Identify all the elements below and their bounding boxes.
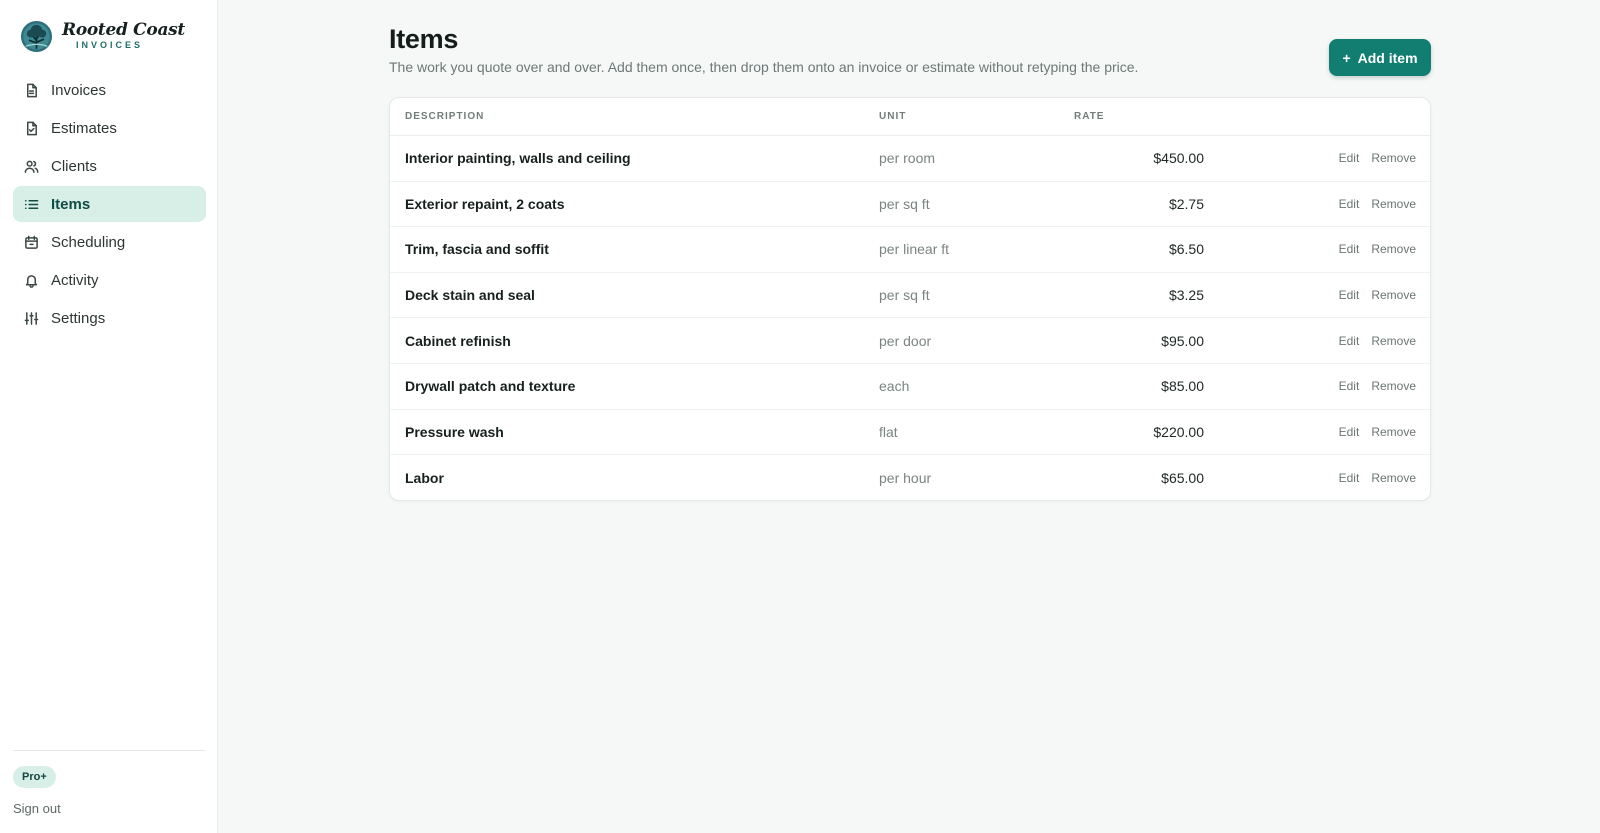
sidebar-item-settings[interactable]: Settings <box>13 300 206 336</box>
table-header: DESCRIPTION UNIT RATE <box>390 98 1430 136</box>
sidebar-item-label: Clients <box>51 157 97 175</box>
item-description: Drywall patch and texture <box>405 378 576 395</box>
row-actions: Edit Remove <box>1339 455 1416 500</box>
table-row: Exterior repaint, 2 coats per sq ft $2.7… <box>390 182 1430 228</box>
row-actions: Edit Remove <box>1339 318 1416 363</box>
item-rate: $95.00 <box>1161 332 1204 349</box>
remove-button[interactable]: Remove <box>1371 471 1416 485</box>
item-unit: per sq ft <box>879 287 930 304</box>
sidebar-item-scheduling[interactable]: Scheduling <box>13 224 206 260</box>
edit-button[interactable]: Edit <box>1339 471 1360 485</box>
edit-button[interactable]: Edit <box>1339 197 1360 211</box>
column-header-description: DESCRIPTION <box>405 111 485 122</box>
item-rate: $2.75 <box>1168 195 1204 212</box>
item-description: Cabinet refinish <box>405 332 511 349</box>
item-rate: $85.00 <box>1161 378 1204 395</box>
sidebar-item-estimates[interactable]: Estimates <box>13 110 206 146</box>
edit-button[interactable]: Edit <box>1339 425 1360 439</box>
items-table: DESCRIPTION UNIT RATE Interior painting,… <box>389 97 1431 501</box>
table-row: Trim, fascia and soffit per linear ft $6… <box>390 227 1430 273</box>
item-description: Interior painting, walls and ceiling <box>405 150 631 167</box>
sidebar-item-label: Activity <box>51 271 99 289</box>
page-subtitle: The work you quote over and over. Add th… <box>389 59 1139 75</box>
item-rate: $450.00 <box>1153 150 1204 167</box>
remove-button[interactable]: Remove <box>1371 242 1416 256</box>
table-row: Cabinet refinish per door $95.00 Edit Rem… <box>390 318 1430 364</box>
table-row: Pressure wash flat $220.00 Edit Remove <box>390 410 1430 456</box>
plus-icon: + <box>1342 49 1351 66</box>
remove-button[interactable]: Remove <box>1371 334 1416 348</box>
table-row: Labor per hour $65.00 Edit Remove <box>390 455 1430 500</box>
edit-button[interactable]: Edit <box>1339 151 1360 165</box>
column-header-rate: RATE <box>1074 111 1105 122</box>
sidebar-item-activity[interactable]: Activity <box>13 262 206 298</box>
sidebar-item-items[interactable]: Items <box>13 186 206 222</box>
add-item-label: Add item <box>1357 49 1418 66</box>
item-unit: per sq ft <box>879 195 930 212</box>
remove-button[interactable]: Remove <box>1371 151 1416 165</box>
remove-button[interactable]: Remove <box>1371 379 1416 393</box>
row-actions: Edit Remove <box>1339 410 1416 455</box>
table-row: Interior painting, walls and ceiling per… <box>390 136 1430 182</box>
sidebar-item-label: Scheduling <box>51 233 126 251</box>
edit-button[interactable]: Edit <box>1339 242 1360 256</box>
sidebar-item-label: Items <box>51 195 91 213</box>
table-row: Drywall patch and texture each $85.00 Ed… <box>390 364 1430 410</box>
item-description: Exterior repaint, 2 coats <box>405 195 565 212</box>
sign-out-link[interactable]: Sign out <box>13 801 61 816</box>
tree-logo-icon <box>20 20 53 52</box>
item-unit: per linear ft <box>879 241 950 258</box>
edit-button[interactable]: Edit <box>1339 334 1360 348</box>
item-unit: per door <box>879 332 932 349</box>
list-icon <box>23 196 39 212</box>
item-rate: $6.50 <box>1168 241 1204 258</box>
item-description: Deck stain and seal <box>405 287 535 304</box>
row-actions: Edit Remove <box>1339 273 1416 318</box>
add-item-button[interactable]: + Add item <box>1329 39 1431 76</box>
file-icon <box>23 82 39 98</box>
sidebar-item-label: Settings <box>51 309 106 327</box>
remove-button[interactable]: Remove <box>1371 288 1416 302</box>
sliders-icon <box>23 310 39 326</box>
sidebar-item-invoices[interactable]: Invoices <box>13 72 206 108</box>
sidebar-item-clients[interactable]: Clients <box>13 148 206 184</box>
brand-logo[interactable]: Rooted Coast INVOICES <box>20 18 185 54</box>
remove-button[interactable]: Remove <box>1371 197 1416 211</box>
brand-subtitle: INVOICES <box>76 40 144 50</box>
item-unit: each <box>879 378 910 395</box>
sidebar-item-label: Estimates <box>51 119 117 137</box>
item-unit: flat <box>879 423 898 440</box>
column-header-unit: UNIT <box>879 111 907 122</box>
item-description: Labor <box>405 469 444 486</box>
item-rate: $220.00 <box>1153 423 1204 440</box>
item-rate: $3.25 <box>1168 287 1204 304</box>
row-actions: Edit Remove <box>1339 364 1416 409</box>
users-icon <box>23 158 39 174</box>
item-description: Trim, fascia and soffit <box>405 241 549 258</box>
sidebar: Rooted Coast INVOICES Invoices Estimates… <box>0 0 218 833</box>
edit-button[interactable]: Edit <box>1339 288 1360 302</box>
table-row: Deck stain and seal per sq ft $3.25 Edit… <box>390 273 1430 319</box>
sidebar-item-label: Invoices <box>51 81 107 99</box>
brand-name: Rooted Coast <box>62 20 185 40</box>
file-check-icon <box>23 120 39 136</box>
calendar-icon <box>23 234 39 250</box>
row-actions: Edit Remove <box>1339 182 1416 227</box>
remove-button[interactable]: Remove <box>1371 425 1416 439</box>
sidebar-nav: Invoices Estimates Clients Items Schedul… <box>13 72 206 338</box>
edit-button[interactable]: Edit <box>1339 379 1360 393</box>
row-actions: Edit Remove <box>1339 136 1416 181</box>
item-unit: per hour <box>879 469 932 486</box>
item-rate: $65.00 <box>1161 469 1204 486</box>
main-content: Items The work you quote over and over. … <box>218 0 1600 833</box>
plan-badge: Pro+ <box>13 766 56 788</box>
item-description: Pressure wash <box>405 423 504 440</box>
sidebar-divider <box>13 750 206 751</box>
bell-icon <box>23 272 39 288</box>
page-title: Items <box>389 24 459 54</box>
row-actions: Edit Remove <box>1339 227 1416 272</box>
item-unit: per room <box>879 150 936 167</box>
